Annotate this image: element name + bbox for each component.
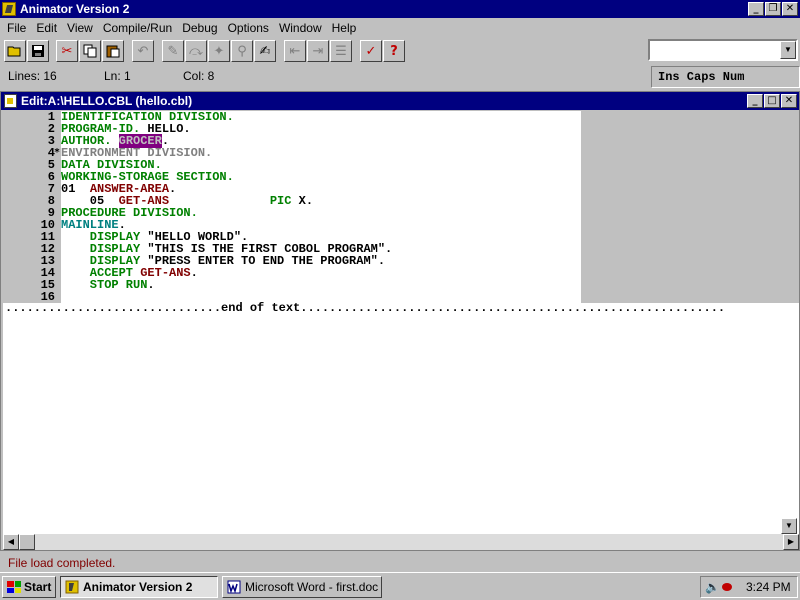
line-count: Lines: 16 — [8, 69, 57, 83]
cut-icon[interactable]: ✂ — [56, 40, 78, 62]
clock: 3:24 PM — [745, 580, 791, 594]
step-over-icon[interactable]: ⤼ — [185, 40, 207, 62]
zoom-icon[interactable]: ⚲ — [231, 40, 253, 62]
start-button[interactable]: Start — [2, 576, 56, 598]
keyboard-mode-indicator: Ins Caps Num — [651, 66, 800, 88]
minimize-button[interactable]: _ — [748, 2, 764, 16]
check-icon[interactable]: ✓ — [360, 40, 382, 62]
cursor-line: Ln: 1 — [104, 69, 131, 83]
scroll-right-button[interactable]: ▶ — [783, 534, 799, 550]
menu-window[interactable]: Window — [274, 21, 327, 35]
animator-task-icon — [65, 580, 79, 594]
undo-icon[interactable]: ↶ — [132, 40, 154, 62]
code-token: PIC — [269, 194, 292, 208]
start-label: Start — [24, 580, 52, 594]
animator-app-icon[interactable] — [2, 2, 16, 16]
break-out-icon[interactable]: ⇥ — [307, 40, 329, 62]
menu-file[interactable]: File — [2, 21, 31, 35]
end-of-text-marker: ..............................end of tex… — [5, 301, 726, 315]
app-title-bar: Animator Version 2 _ ❐ ✕ — [0, 0, 800, 18]
status-message: File load completed. — [8, 556, 116, 570]
code-editor[interactable]: 1 IDENTIFICATION DIVISION. 2 PROGRAM-ID. HE… — [3, 111, 799, 535]
editor-close-button[interactable]: ✕ — [781, 94, 797, 108]
open-folder-icon[interactable] — [4, 40, 26, 62]
save-icon[interactable] — [27, 40, 49, 62]
system-tray: 🔈 3:24 PM — [700, 576, 798, 598]
menu-bar: File Edit View Compile/Run Debug Options… — [0, 18, 800, 38]
scroll-thumb[interactable] — [19, 534, 35, 550]
code-token: . — [190, 266, 198, 280]
editor-title-bar: Edit:A:\HELLO.CBL (hello.cbl) _ □ ✕ — [1, 92, 799, 110]
task-animator[interactable]: Animator Version 2 — [60, 576, 218, 598]
task-word-label: Microsoft Word - first.doc — [245, 580, 379, 594]
chevron-down-icon[interactable]: ▼ — [780, 41, 796, 59]
code-token: . — [147, 278, 155, 292]
editor-minimize-button[interactable]: _ — [747, 94, 763, 108]
code-token: X. — [291, 194, 314, 208]
editor-maximize-button[interactable]: □ — [764, 94, 780, 108]
close-button[interactable]: ✕ — [782, 2, 798, 16]
network-icon[interactable] — [721, 583, 732, 591]
toolbar-combo-box[interactable]: ▼ — [648, 39, 798, 61]
speaker-icon[interactable]: 🔈 — [705, 580, 720, 594]
break-list-icon[interactable]: ☰ — [330, 40, 352, 62]
go-icon[interactable]: ✍ — [254, 40, 276, 62]
menu-edit[interactable]: Edit — [31, 21, 62, 35]
word-task-icon — [227, 580, 241, 594]
taskbar: Start Animator Version 2 Microsoft Word … — [0, 572, 800, 600]
step-icon[interactable]: ✎ — [162, 40, 184, 62]
menu-debug[interactable]: Debug — [177, 21, 222, 35]
paste-icon[interactable] — [102, 40, 124, 62]
horizontal-scrollbar[interactable]: ◀ ▶ — [3, 534, 799, 550]
restore-button[interactable]: ❐ — [765, 2, 781, 16]
editor-window: Edit:A:\HELLO.CBL (hello.cbl) _ □ ✕ 1 IDE… — [0, 91, 800, 551]
task-animator-label: Animator Version 2 — [83, 580, 193, 594]
menu-compile-run[interactable]: Compile/Run — [98, 21, 177, 35]
scroll-left-button[interactable]: ◀ — [3, 534, 19, 550]
run-icon[interactable]: ✦ — [208, 40, 230, 62]
code-token: STOP RUN — [61, 278, 148, 292]
menu-view[interactable]: View — [62, 21, 98, 35]
document-icon[interactable] — [4, 94, 17, 108]
editor-title: Edit:A:\HELLO.CBL (hello.cbl) — [21, 94, 193, 108]
break-in-icon[interactable]: ⇤ — [284, 40, 306, 62]
help-icon[interactable]: ? — [383, 40, 405, 62]
task-word[interactable]: Microsoft Word - first.doc — [222, 576, 382, 598]
editor-window-controls: _ □ ✕ — [746, 94, 797, 108]
cursor-column: Col: 8 — [183, 69, 215, 83]
windows-logo-icon — [7, 581, 21, 593]
scroll-down-button[interactable]: ▼ — [781, 518, 797, 534]
menu-help[interactable]: Help — [327, 21, 362, 35]
app-window-controls: _ ❐ ✕ — [747, 2, 798, 16]
code-right-margin — [581, 111, 799, 303]
copy-icon[interactable] — [79, 40, 101, 62]
app-title: Animator Version 2 — [20, 2, 130, 16]
code-text: STOP RUN. — [61, 279, 155, 291]
menu-options[interactable]: Options — [223, 21, 274, 35]
